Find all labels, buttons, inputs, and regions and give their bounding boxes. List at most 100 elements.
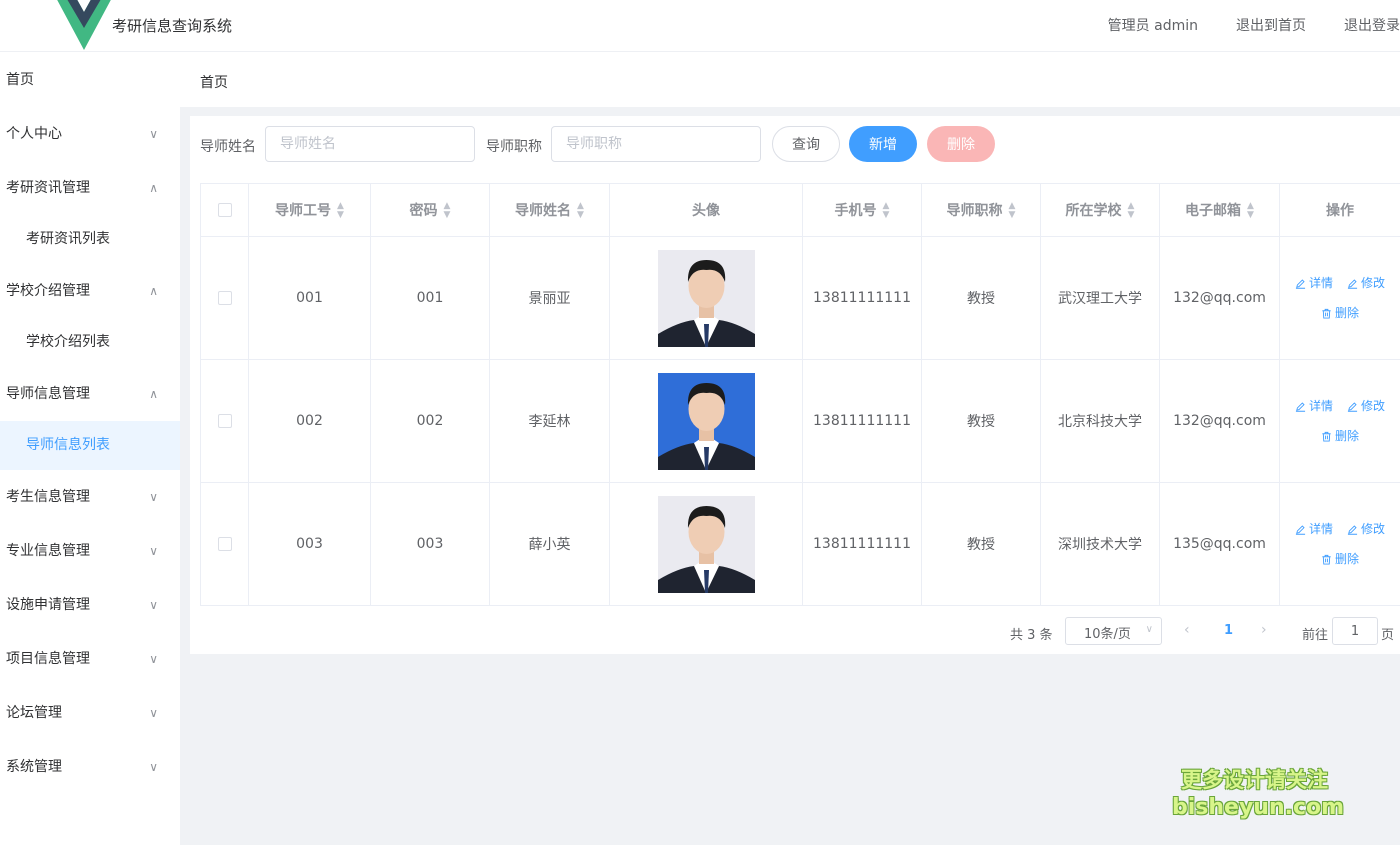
detail-button[interactable]: 详情 (1295, 397, 1333, 415)
column-header-school[interactable]: 所在学校 ▲ ▼ (1040, 183, 1160, 237)
edit-button[interactable]: 修改 (1347, 274, 1385, 292)
row-delete-button[interactable]: 删除 (1321, 550, 1359, 568)
edit-icon (1295, 399, 1309, 413)
chevron-down-icon: ∨ (149, 598, 158, 612)
logout-link[interactable]: 退出登录 (1344, 15, 1400, 35)
detail-button[interactable]: 详情 (1295, 274, 1333, 292)
sort-icon[interactable]: ▲ ▼ (444, 202, 451, 220)
sidebar-item-personal-center[interactable]: 个人中心 ∨ (0, 107, 180, 161)
row-checkbox[interactable] (217, 291, 232, 305)
sidebar-item-label: 首页 (6, 72, 34, 88)
sort-icon[interactable]: ▲ ▼ (337, 202, 344, 220)
cell-avatar (609, 359, 803, 483)
edit-label: 修改 (1361, 399, 1386, 413)
chevron-up-icon: ∧ (149, 284, 158, 298)
avatar (657, 372, 755, 470)
sidebar-item-label: 设施申请管理 (6, 597, 90, 613)
breadcrumb-bar: 首页 (180, 53, 1400, 107)
table-row: 001 001 景丽亚 13811111111 教授 武汉理工大学 132@qq.com 详情… (200, 236, 1400, 360)
sidebar-item-project-management[interactable]: 项目信息管理 ∨ (0, 632, 180, 686)
breadcrumb[interactable]: 首页 (200, 72, 228, 92)
vue-logo-icon (57, 0, 111, 50)
avatar (657, 249, 755, 347)
goto-label: 前往 (1302, 628, 1329, 643)
sidebar-subitem-tutor-list[interactable]: 导师信息列表 (0, 421, 180, 470)
sidebar-item-label: 个人中心 (6, 126, 62, 142)
sidebar-item-home[interactable]: 首页 (0, 53, 180, 107)
edit-button[interactable]: 修改 (1347, 397, 1385, 415)
cell-title: 教授 (921, 482, 1041, 606)
sidebar-item-news-management[interactable]: 考研资讯管理 ∧ (0, 161, 180, 215)
edit-icon (1347, 399, 1361, 413)
chevron-down-icon: ∨ (149, 652, 158, 666)
sort-icon[interactable]: ▲ ▼ (1009, 202, 1016, 220)
column-header-name[interactable]: 导师姓名 ▲ ▼ (489, 183, 610, 237)
sidebar-item-school-management[interactable]: 学校介绍管理 ∧ (0, 264, 180, 318)
cell-avatar (609, 236, 803, 360)
sidebar-item-label: 论坛管理 (6, 705, 62, 721)
edit-label: 修改 (1361, 522, 1386, 536)
column-header-phone[interactable]: 手机号 ▲ ▼ (802, 183, 922, 237)
page-number-current[interactable]: 1 (1224, 623, 1233, 638)
column-header-id[interactable]: 导师工号 ▲ ▼ (248, 183, 371, 237)
row-checkbox[interactable] (217, 414, 232, 428)
column-header-actions: 操作 (1279, 183, 1400, 237)
detail-label: 详情 (1308, 276, 1333, 290)
table-header-row: 导师工号 ▲ ▼ 密码 ▲ ▼ 导师姓名 ▲ ▼ 头像 手机号 ▲ ▼ 导师职称 ▲ ▼ 所在学校 ▲… (200, 183, 1400, 237)
cell-phone: 13811111111 (802, 359, 922, 483)
sidebar-item-system-management[interactable]: 系统管理 ∨ (0, 740, 180, 794)
sidebar-item-label: 导师信息管理 (6, 386, 90, 402)
chevron-down-icon: ∨ (149, 127, 158, 141)
detail-button[interactable]: 详情 (1295, 520, 1333, 538)
row-delete-button[interactable]: 删除 (1321, 304, 1359, 322)
app-title: 考研信息查询系统 (112, 17, 233, 35)
chevron-up-icon: ∧ (149, 387, 158, 401)
edit-icon (1295, 276, 1309, 290)
prev-page-icon[interactable]: ‹ (1184, 622, 1190, 638)
sidebar-item-major-management[interactable]: 专业信息管理 ∨ (0, 524, 180, 578)
action-line: 详情 修改 (1280, 274, 1400, 292)
column-header-title[interactable]: 导师职称 ▲ ▼ (921, 183, 1041, 237)
column-header-email[interactable]: 电子邮箱 ▲ ▼ (1159, 183, 1280, 237)
tutor-name-input[interactable] (265, 126, 475, 162)
chevron-down-icon: ∨ (149, 544, 158, 558)
sort-icon[interactable]: ▲ ▼ (883, 202, 890, 220)
sidebar-item-forum-management[interactable]: 论坛管理 ∨ (0, 686, 180, 740)
sidebar-item-tutor-management[interactable]: 导师信息管理 ∧ (0, 367, 180, 421)
column-header-label: 操作 (1326, 203, 1354, 219)
query-button[interactable]: 查询 (772, 126, 840, 162)
cell-id: 002 (248, 359, 371, 483)
cell-avatar (609, 482, 803, 606)
sidebar-item-facility-management[interactable]: 设施申请管理 ∨ (0, 578, 180, 632)
action-line: 删除 (1280, 550, 1400, 568)
sidebar-subitem-school-list[interactable]: 学校介绍列表 (0, 318, 180, 367)
sort-icon[interactable]: ▲ ▼ (1247, 202, 1254, 220)
sort-icon[interactable]: ▲ ▼ (577, 202, 584, 220)
sidebar-item-student-management[interactable]: 考生信息管理 ∨ (0, 470, 180, 524)
batch-delete-button[interactable]: 删除 (927, 126, 995, 162)
goto-page-input[interactable] (1332, 617, 1378, 645)
select-all-checkbox[interactable] (217, 203, 232, 217)
row-checkbox[interactable] (217, 537, 232, 551)
header-nav: 管理员 admin 退出到首页 退出登录 (1070, 15, 1400, 35)
cell-id: 003 (248, 482, 371, 606)
add-button[interactable]: 新增 (849, 126, 917, 162)
edit-button[interactable]: 修改 (1347, 520, 1385, 538)
column-header-password[interactable]: 密码 ▲ ▼ (370, 183, 490, 237)
back-to-home-link[interactable]: 退出到首页 (1236, 15, 1306, 35)
sidebar-item-label: 考研资讯管理 (6, 180, 90, 196)
row-delete-button[interactable]: 删除 (1321, 427, 1359, 445)
cell-email: 132@qq.com (1159, 236, 1280, 360)
action-line: 删除 (1280, 304, 1400, 322)
sidebar-item-label: 项目信息管理 (6, 651, 90, 667)
column-header-label: 导师工号 (275, 203, 332, 219)
sidebar-subitem-news-list[interactable]: 考研资讯列表 (0, 215, 180, 264)
cell-actions: 详情 修改 删除 (1279, 359, 1400, 483)
tutor-title-input[interactable] (551, 126, 761, 162)
chevron-up-icon: ∧ (149, 181, 158, 195)
next-page-icon[interactable]: › (1261, 622, 1267, 638)
cell-school: 武汉理工大学 (1040, 236, 1160, 360)
admin-user-link[interactable]: 管理员 admin (1108, 15, 1198, 35)
page-size-select[interactable]: 10条/页 ∨ (1065, 617, 1162, 645)
sort-icon[interactable]: ▲ ▼ (1128, 202, 1135, 220)
